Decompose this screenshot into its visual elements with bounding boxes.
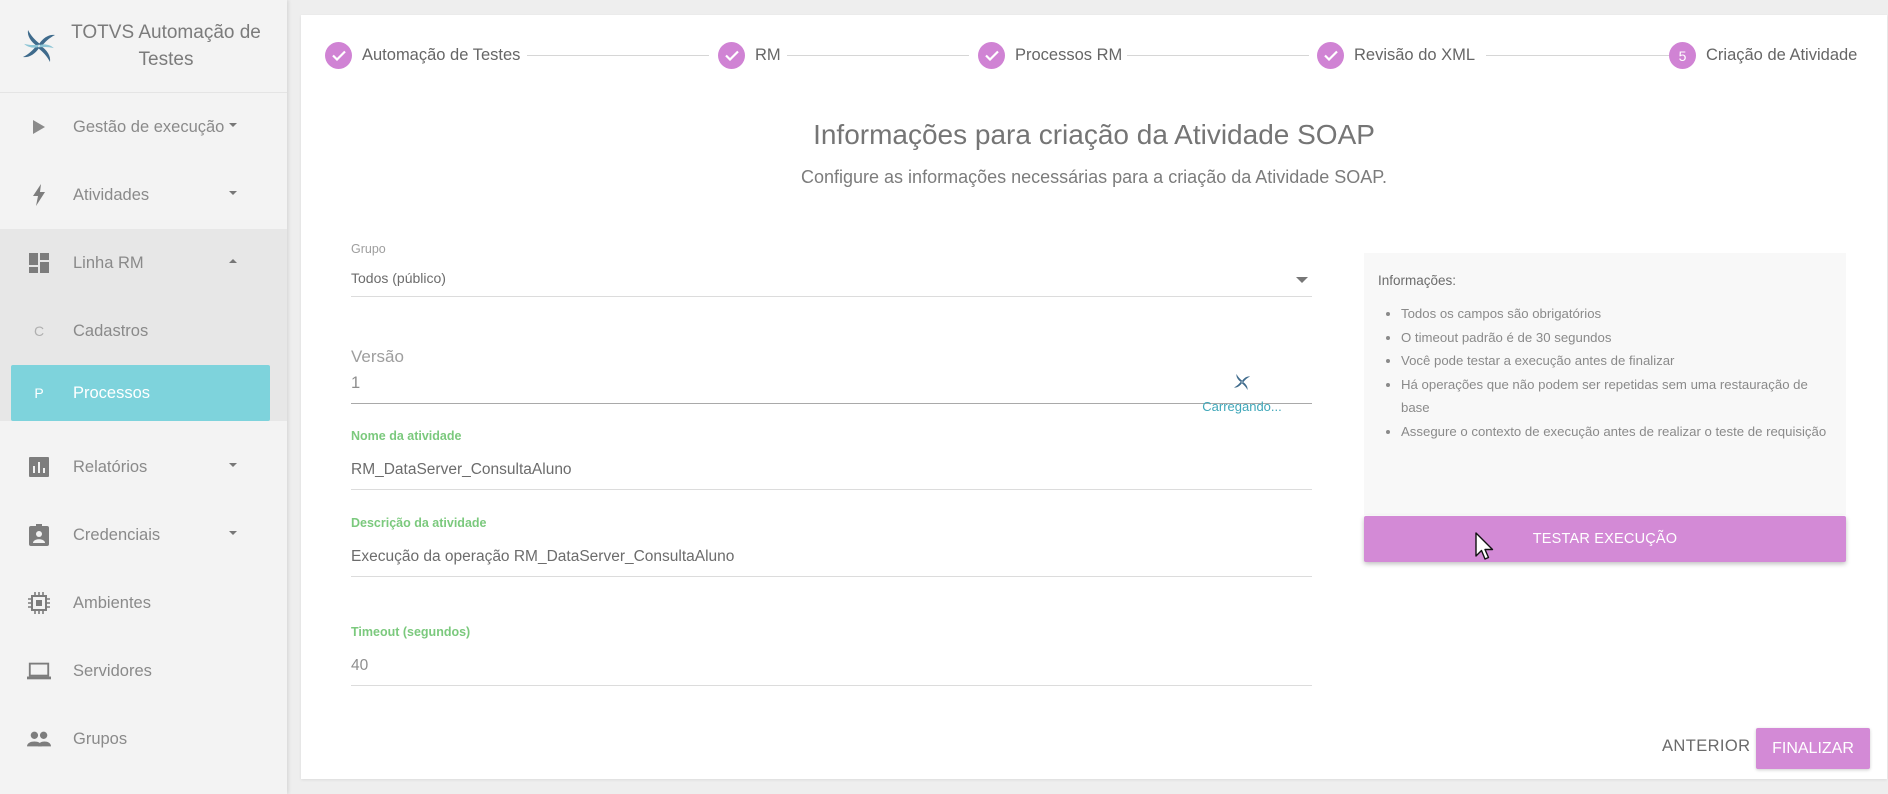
nome-atividade-value: RM_DataServer_ConsultaAluno (351, 461, 1312, 490)
info-title: Informações: (1378, 273, 1457, 288)
wizard-card: Automação de Testes RM Processos RM Revi… (301, 15, 1887, 779)
step-connector (1127, 55, 1309, 56)
check-icon (978, 42, 1005, 69)
sidebar-item-label: Credenciais (73, 525, 161, 544)
sidebar-subitem-label: Processos (73, 383, 151, 402)
timeout-label: Timeout (segundos) (351, 625, 471, 639)
step-connector (787, 55, 969, 56)
sidebar: TOTVS Automação de Testes Gestão de exec… (0, 0, 287, 794)
step-revisao-xml[interactable]: Revisão do XML (1317, 42, 1475, 69)
chevron-down-icon (1296, 277, 1308, 283)
timeout-field[interactable]: Timeout (segundos) 40 (351, 625, 1312, 686)
stepper: Automação de Testes RM Processos RM Revi… (301, 15, 1887, 85)
sidebar-item-ambientes[interactable]: Ambientes (0, 569, 287, 637)
sidebar-item-label: Relatórios (73, 457, 148, 476)
sidebar-item-label: Linha RM (73, 253, 144, 272)
spinner-icon (1234, 374, 1250, 390)
grupo-label: Grupo (351, 242, 386, 256)
versao-label: Versão (351, 347, 404, 366)
step-label: Processos RM (1015, 46, 1123, 64)
chevron-up-icon (229, 259, 237, 263)
app-title: TOTVS Automação de Testes (71, 22, 261, 70)
sidebar-subitem-cadastros[interactable]: C Cadastros (0, 297, 287, 365)
laptop-icon (27, 659, 51, 683)
sidebar-item-relatorios[interactable]: Relatórios (0, 433, 287, 501)
step-connector (527, 55, 709, 56)
sidebar-nav: Gestão de execução Atividades Linha RM C… (0, 93, 287, 773)
sidebar-item-label: Atividades (73, 185, 150, 204)
grupo-select[interactable]: Grupo Todos (público) (351, 242, 1312, 297)
check-icon (1317, 42, 1344, 69)
check-icon (718, 42, 745, 69)
bolt-icon (27, 183, 51, 207)
chevron-down-icon (229, 191, 237, 195)
descricao-atividade-field[interactable]: Descrição da atividade Execução da opera… (351, 516, 1312, 577)
dashboard-icon (27, 251, 51, 275)
step-label: RM (755, 46, 781, 64)
brand: TOTVS Automação de Testes (0, 0, 287, 93)
chip-icon (27, 591, 51, 615)
sidebar-item-gestao-execucao[interactable]: Gestão de execução (0, 93, 287, 161)
sidebar-item-linha-rm[interactable]: Linha RM (0, 229, 287, 297)
loading-text: Carregando... (1202, 399, 1282, 414)
step-processos-rm[interactable]: Processos RM (978, 42, 1122, 69)
step-rm[interactable]: RM (718, 42, 781, 69)
loading-indicator: Carregando... (1202, 372, 1282, 414)
sidebar-item-servidores[interactable]: Servidores (0, 637, 287, 705)
people-icon (27, 727, 51, 751)
info-item: Todos os campos são obrigatórios (1401, 302, 1832, 326)
totvs-logo-icon (23, 30, 55, 62)
sidebar-item-credenciais[interactable]: Credenciais (0, 501, 287, 569)
chart-icon (27, 455, 51, 479)
test-execution-button[interactable]: TESTAR EXECUÇÃO (1364, 516, 1846, 562)
chevron-down-icon (229, 123, 237, 127)
sidebar-subitem-label: Cadastros (73, 321, 149, 340)
info-item: Você pode testar a execução antes de fin… (1401, 349, 1832, 373)
badge-icon (27, 523, 51, 547)
chevron-down-icon (229, 531, 237, 535)
page-subtitle: Configure as informações necessárias par… (801, 167, 1387, 187)
info-item: Há operações que não podem ser repetidas… (1401, 373, 1832, 420)
step-label: Criação de Atividade (1706, 46, 1858, 64)
info-item: O timeout padrão é de 30 segundos (1401, 326, 1832, 350)
grupo-value: Todos (público) (351, 270, 446, 286)
subitem-letter: P (34, 385, 44, 401)
nome-atividade-label: Nome da atividade (351, 429, 462, 443)
info-panel: Informações: Todos os campos são obrigat… (1364, 253, 1846, 515)
sidebar-group-linha-rm: Linha RM C Cadastros P Processos (0, 229, 287, 421)
nome-atividade-field[interactable]: Nome da atividade RM_DataServer_Consulta… (351, 429, 1312, 490)
sidebar-subitem-processos[interactable]: P Processos (11, 365, 270, 421)
play-icon (27, 115, 51, 139)
sidebar-item-label: Gestão de execução (73, 117, 225, 136)
sidebar-item-label: Grupos (73, 729, 128, 748)
mouse-cursor-icon (1475, 532, 1494, 560)
step-label: Automação de Testes (362, 46, 521, 64)
versao-field[interactable]: Versão 1 (351, 347, 1312, 404)
step-label: Revisão do XML (1354, 46, 1476, 64)
step-connector (1486, 55, 1669, 56)
descricao-atividade-value: Execução da operação RM_DataServer_Consu… (351, 548, 1312, 577)
sidebar-item-grupos[interactable]: Grupos (0, 705, 287, 773)
chevron-down-icon (229, 463, 237, 467)
subitem-letter: C (33, 323, 45, 339)
descricao-atividade-label: Descrição da atividade (351, 516, 487, 530)
info-list: Todos os campos são obrigatórios O timeo… (1378, 302, 1832, 443)
step-automacao-testes[interactable]: Automação de Testes (325, 42, 520, 69)
check-icon (325, 42, 352, 69)
sidebar-item-label: Servidores (73, 661, 152, 680)
page-title: Informações para criação da Atividade SO… (813, 119, 1375, 150)
previous-button[interactable]: ANTERIOR (1662, 737, 1750, 756)
step-number: 5 (1669, 42, 1696, 69)
sidebar-item-atividades[interactable]: Atividades (0, 161, 287, 229)
finish-button[interactable]: FINALIZAR (1756, 728, 1870, 769)
timeout-value: 40 (351, 657, 1312, 686)
versao-value: 1 (351, 374, 1312, 404)
info-item: Assegure o contexto de execução antes de… (1401, 420, 1832, 444)
step-criacao-atividade[interactable]: 5 Criação de Atividade (1669, 42, 1857, 69)
sidebar-item-label: Ambientes (73, 593, 151, 612)
grupo-value-row: Todos (público) (351, 270, 1312, 297)
